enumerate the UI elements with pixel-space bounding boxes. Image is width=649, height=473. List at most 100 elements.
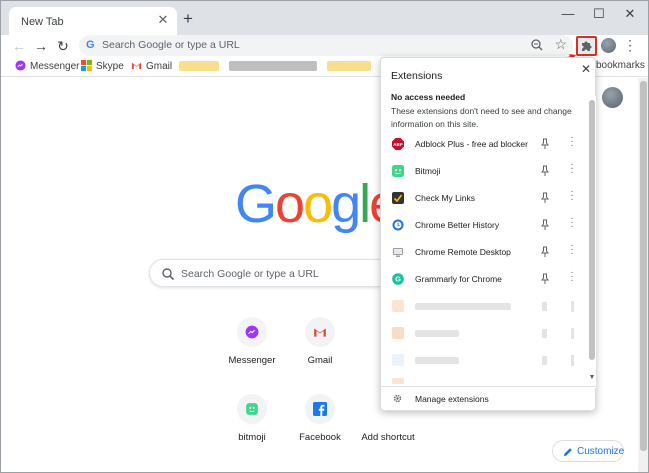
- bitmoji-icon: [246, 403, 258, 415]
- shortcut-facebook[interactable]: Facebook: [285, 394, 355, 443]
- shortcut-bitmoji[interactable]: bitmoji: [217, 394, 287, 443]
- svg-text:G: G: [395, 275, 401, 284]
- chrome-better-history-icon: [392, 219, 404, 231]
- more-options-icon[interactable]: [571, 328, 574, 339]
- more-options-icon[interactable]: [571, 355, 574, 366]
- pin-icon[interactable]: [542, 302, 547, 311]
- shortcut-label: bitmoji: [238, 432, 266, 443]
- bookmark-star-icon[interactable]: ☆: [554, 36, 567, 53]
- tab-title: New Tab: [21, 16, 64, 28]
- more-options-icon[interactable]: · · ·: [569, 268, 575, 286]
- divider: [381, 386, 596, 387]
- extensions-popup: Extensions ✕ No access needed These exte…: [380, 57, 596, 411]
- extension-name: Adblock Plus - free ad blocker: [415, 139, 528, 149]
- address-bar-placeholder: Search Google or type a URL: [102, 39, 240, 51]
- blurred-bookmark[interactable]: [229, 61, 317, 71]
- more-options-icon[interactable]: · · ·: [569, 241, 575, 259]
- minimize-button[interactable]: —: [555, 4, 581, 26]
- forward-button[interactable]: →: [31, 36, 51, 56]
- ntp-search-box[interactable]: Search Google or type a URL: [149, 259, 399, 287]
- window-close-button[interactable]: ✕: [617, 4, 643, 26]
- shortcut-gmail[interactable]: Gmail: [285, 317, 355, 366]
- extension-item[interactable]: Check My Links · · ·: [381, 185, 587, 211]
- popup-title: Extensions: [391, 70, 443, 82]
- popup-scrollbar-thumb[interactable]: [589, 100, 595, 360]
- extension-item-blurred[interactable]: [381, 347, 587, 373]
- extension-item[interactable]: ABP Adblock Plus - free ad blocker · · ·: [381, 131, 587, 157]
- chrome-remote-desktop-icon: [393, 248, 403, 257]
- close-icon[interactable]: ✕: [581, 62, 591, 76]
- shortcut-messenger[interactable]: Messenger: [217, 317, 287, 366]
- tab-strip: New Tab ✕ + — ☐ ✕: [1, 1, 648, 35]
- extension-name: Grammarly for Chrome: [415, 274, 502, 284]
- pin-icon[interactable]: [542, 329, 547, 338]
- maximize-button[interactable]: ☐: [586, 4, 612, 26]
- extension-item[interactable]: Chrome Better History · · ·: [381, 212, 587, 238]
- customize-label: Customize: [577, 446, 625, 457]
- scroll-down-arrow-icon[interactable]: ▼: [588, 374, 596, 381]
- logo-letter: l: [359, 174, 371, 234]
- pin-icon[interactable]: [541, 219, 549, 231]
- extension-name: Bitmoji: [415, 166, 441, 176]
- gear-icon: [393, 394, 402, 403]
- extension-item-blurred[interactable]: [381, 374, 587, 384]
- blurred-bookmark[interactable]: [327, 61, 371, 71]
- address-bar[interactable]: G Search Google or type a URL ☆: [79, 35, 573, 56]
- shortcut-label: Facebook: [299, 432, 341, 443]
- page-scrollbar-thumb[interactable]: [640, 81, 647, 451]
- pin-icon[interactable]: [541, 138, 549, 150]
- more-options-icon[interactable]: [571, 301, 574, 312]
- logo-letter: G: [235, 174, 277, 234]
- blurred-text: [415, 330, 459, 337]
- blurred-bookmark[interactable]: [179, 61, 219, 71]
- blurred-text: [415, 357, 459, 364]
- shortcut-label: Gmail: [307, 355, 333, 366]
- extension-name: Chrome Better History: [415, 220, 500, 230]
- menu-icon[interactable]: ⋮: [623, 38, 637, 54]
- zoom-icon[interactable]: [529, 37, 545, 53]
- more-options-icon[interactable]: · · ·: [569, 160, 575, 178]
- bookmark-skype[interactable]: Skype: [81, 60, 124, 74]
- pin-icon[interactable]: [541, 165, 549, 177]
- pin-icon[interactable]: [541, 273, 549, 285]
- reload-button[interactable]: ↻: [53, 36, 73, 56]
- ntp-profile-avatar[interactable]: [602, 87, 623, 108]
- back-button[interactable]: ←: [9, 36, 29, 56]
- puzzle-icon: [582, 41, 592, 51]
- extension-icon: [392, 378, 404, 384]
- gmail-icon: [314, 328, 326, 337]
- section-description: These extensions don't need to see and c…: [391, 106, 572, 129]
- more-options-icon[interactable]: · · ·: [569, 214, 575, 232]
- messenger-icon: [15, 60, 26, 71]
- tab-new-tab[interactable]: New Tab ✕: [9, 7, 177, 35]
- manage-extensions-button[interactable]: Manage extensions: [381, 388, 588, 410]
- new-tab-button[interactable]: +: [179, 10, 197, 29]
- browser-window: New Tab ✕ + — ☐ ✕ ← → ↻ G Search Google …: [0, 0, 649, 473]
- extension-item-blurred[interactable]: [381, 320, 587, 346]
- svg-text:ABP: ABP: [393, 142, 403, 147]
- pin-icon[interactable]: [541, 246, 549, 258]
- extension-item-blurred[interactable]: [381, 293, 587, 319]
- pencil-icon: [564, 448, 572, 456]
- tab-close-icon[interactable]: ✕: [155, 12, 171, 28]
- blurred-text: [415, 303, 511, 310]
- more-options-icon[interactable]: · · ·: [569, 187, 575, 205]
- google-logo: Google: [235, 174, 399, 234]
- pin-icon[interactable]: [541, 192, 549, 204]
- search-icon: [162, 268, 175, 281]
- extension-item[interactable]: G Grammarly for Chrome · · ·: [381, 266, 587, 292]
- extension-name: Chrome Remote Desktop: [415, 247, 511, 257]
- pin-icon[interactable]: [542, 356, 547, 365]
- section-title: No access needed: [391, 92, 466, 102]
- messenger-icon: [245, 325, 259, 339]
- extension-item[interactable]: Chrome Remote Desktop · · ·: [381, 239, 587, 265]
- customize-button[interactable]: Customize: [552, 440, 624, 462]
- adblock-plus-icon: ABP: [392, 138, 404, 150]
- other-bookmarks[interactable]: bookmarks: [596, 60, 645, 71]
- bookmark-gmail[interactable]: Gmail: [131, 60, 172, 74]
- more-options-icon[interactable]: · · ·: [569, 133, 575, 151]
- bookmark-messenger[interactable]: Messenger: [15, 60, 79, 74]
- extension-item[interactable]: Bitmoji · · ·: [381, 158, 587, 184]
- profile-avatar[interactable]: [601, 38, 616, 53]
- facebook-icon: [313, 402, 327, 416]
